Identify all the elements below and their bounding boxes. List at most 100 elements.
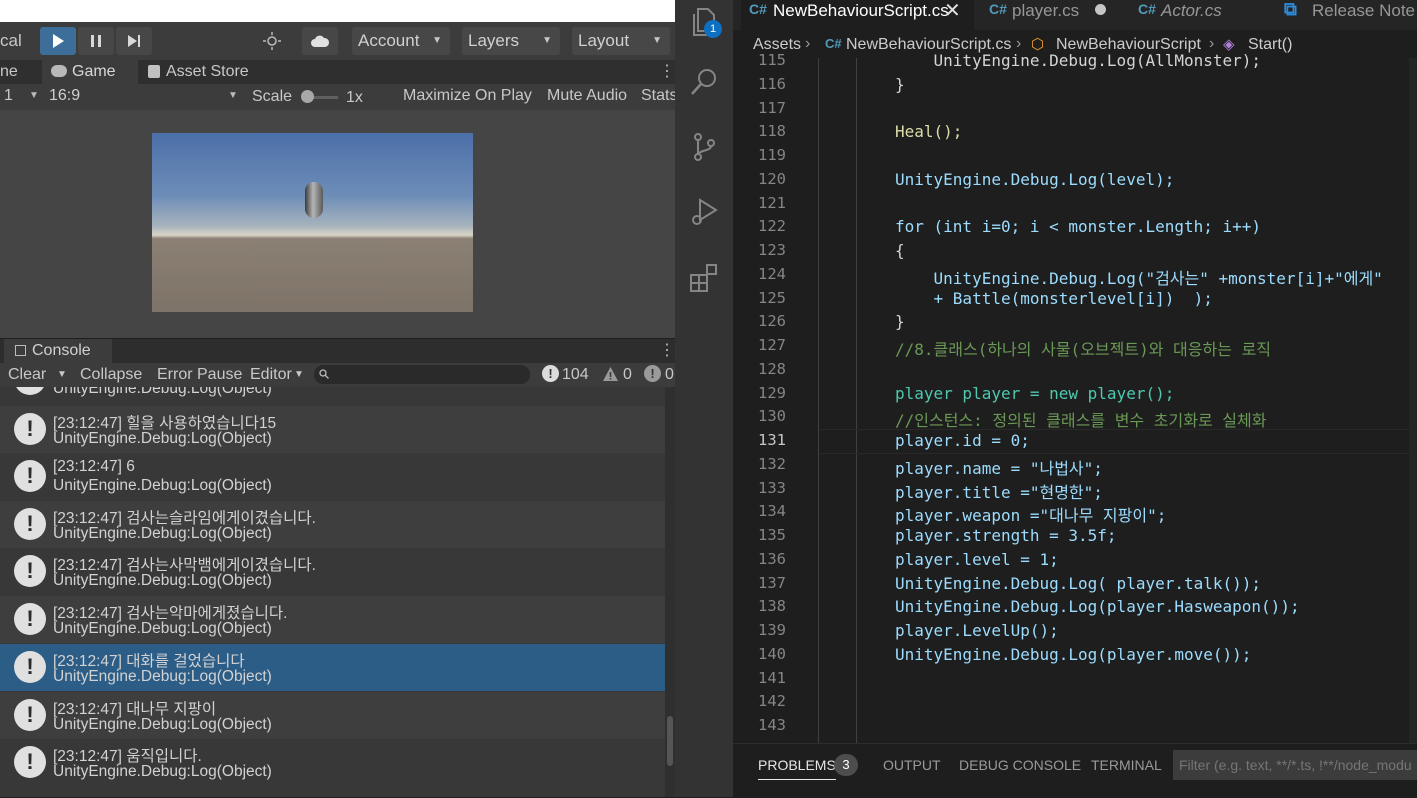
run-debug-button[interactable]	[688, 196, 720, 228]
code-line: for (int i=0; i < monster.Length; i++)	[895, 217, 1262, 236]
info-icon: !	[14, 460, 46, 492]
code-line: player.strength = 3.5f;	[895, 526, 1117, 545]
log-source: UnityEngine.Debug:Log(Object)	[53, 763, 272, 780]
log-source: UnityEngine.Debug:Log(Object)	[53, 572, 272, 589]
log-row[interactable]: ! [23:12:47] 6 UnityEngine.Debug:Log(Obj…	[0, 453, 665, 500]
pause-button[interactable]	[78, 27, 114, 55]
more-menu-icon[interactable]: ⋮	[659, 340, 675, 360]
run-debug-icon	[692, 198, 718, 225]
indent-guide	[856, 58, 857, 743]
tab-debug-console[interactable]: DEBUG CONSOLE	[959, 757, 1081, 779]
chevron-down-icon: ▼	[294, 369, 304, 380]
log-row[interactable]: ! UnityEngine.Debug:Log(Object)	[0, 387, 665, 403]
error-filter-icon[interactable]: !	[644, 365, 661, 382]
layers-dropdown[interactable]: Layers ▼	[462, 27, 560, 55]
lighting-button[interactable]	[254, 27, 290, 55]
log-count: 104	[562, 366, 589, 383]
scale-label: Scale	[252, 88, 293, 105]
display-select[interactable]: 1	[4, 87, 13, 105]
collapse-button[interactable]: Collapse	[80, 363, 142, 387]
editor-scrollbar[interactable]	[1409, 58, 1417, 743]
log-row[interactable]: ! [23:12:47] 검사는슬라임에게이겼습니다. UnityEngine.…	[0, 501, 665, 548]
info-icon: !	[14, 651, 46, 683]
code-line: player.level = 1;	[895, 550, 1059, 569]
console-search-input[interactable]	[314, 365, 530, 384]
chevron-down-icon: ▼	[432, 35, 442, 46]
tab-terminal[interactable]: TERMINAL	[1091, 757, 1162, 779]
scale-slider-handle[interactable]	[301, 90, 314, 103]
close-icon[interactable]: ✕	[944, 0, 961, 23]
line-number: 115	[758, 51, 786, 69]
cloud-button[interactable]	[302, 27, 338, 55]
log-row[interactable]: ! [23:12:47] 대나무 지팡이 UnityEngine.Debug:L…	[0, 692, 665, 739]
code-line: player.id = 0;	[895, 431, 1030, 450]
log-row[interactable]: ! [23:12:47] 힐을 사용하였습니다15 UnityEngine.De…	[0, 406, 665, 453]
extensions-icon	[690, 264, 717, 292]
tab-output[interactable]: OUTPUT	[883, 757, 941, 779]
more-menu-icon[interactable]: ⋮	[659, 61, 675, 81]
clear-button[interactable]: Clear	[8, 363, 46, 387]
line-number: 126	[758, 312, 786, 330]
log-row[interactable]: ! [23:12:47] 움직입니다. UnityEngine.Debug:Lo…	[0, 739, 665, 786]
game-render-viewport[interactable]	[152, 133, 473, 312]
code-comment: //8.클래스(하나의 사물(오브젝트)와 대응하는 로직	[895, 340, 1272, 359]
line-number: 138	[758, 597, 786, 615]
csharp-icon: C#	[825, 36, 842, 51]
warning-filter-icon[interactable]	[602, 366, 619, 382]
log-source: UnityEngine.Debug:Log(Object)	[53, 477, 272, 494]
log-row[interactable]: ! [23:12:47] 검사는악마에게졌습니다. UnityEngine.De…	[0, 596, 665, 643]
code-comment: //인스턴스: 정의된 클래스를 변수 초기화로 실체화	[895, 411, 1267, 430]
line-number: 117	[758, 99, 786, 117]
log-source: UnityEngine.Debug:Log(Object)	[53, 430, 272, 447]
account-dropdown[interactable]: Account ▼	[352, 27, 450, 55]
line-number: 124	[758, 265, 786, 283]
error-pause-button[interactable]: Error Pause	[157, 363, 242, 387]
line-number: 125	[758, 289, 786, 307]
toolbar-partial-label[interactable]: cal	[0, 31, 22, 51]
problems-filter-input[interactable]	[1173, 750, 1417, 780]
tab-player-cs[interactable]: C# player.cs	[977, 0, 1117, 30]
step-button[interactable]	[116, 27, 152, 55]
asset-store-icon	[148, 65, 160, 78]
code-line: UnityEngine.Debug.Log(player.move());	[895, 645, 1252, 664]
tab-game[interactable]: Game	[42, 60, 138, 84]
editor-dropdown[interactable]: Editor	[250, 363, 292, 387]
maximize-on-play-toggle[interactable]: Maximize On Play	[403, 87, 532, 105]
line-number: 129	[758, 384, 786, 402]
stats-toggle[interactable]: Stats	[641, 87, 677, 105]
tab-label: Release Note	[1312, 1, 1416, 20]
line-number: 134	[758, 502, 786, 520]
tab-asset-store[interactable]: Asset Store	[166, 60, 249, 84]
play-button[interactable]	[40, 27, 76, 55]
mute-audio-toggle[interactable]: Mute Audio	[547, 87, 627, 105]
line-number: 128	[758, 360, 786, 378]
warning-count: 0	[623, 366, 632, 383]
tab-newbehaviourscript[interactable]: C# NewBehaviourScript.cs ✕	[741, 0, 974, 30]
search-icon	[319, 369, 329, 379]
info-icon: !	[14, 699, 46, 731]
code-line: UnityEngine.Debug.Log(level);	[895, 170, 1175, 189]
search-icon	[691, 69, 716, 95]
tab-scene-partial[interactable]: ne	[0, 60, 18, 84]
tab-release-notes[interactable]: ⧉ Release Note	[1272, 0, 1417, 30]
chevron-down-icon[interactable]: ▼	[57, 363, 67, 387]
error-count: 0	[665, 366, 674, 383]
search-button[interactable]	[688, 66, 720, 98]
log-row-selected[interactable]: ! [23:12:47] 대화를 걸었습니다 UnityEngine.Debug…	[0, 644, 665, 691]
line-number: 140	[758, 645, 786, 663]
extensions-button[interactable]	[688, 262, 720, 294]
tab-console[interactable]: Console	[4, 339, 112, 363]
info-icon: !	[14, 555, 46, 587]
tab-problems[interactable]: PROBLEMS	[758, 757, 836, 780]
console-scrollbar-thumb[interactable]	[667, 716, 673, 766]
line-number: 141	[758, 669, 786, 687]
aspect-dropdown[interactable]: 16:9 ▼	[46, 86, 244, 108]
layout-dropdown[interactable]: Layout ▼	[572, 27, 670, 55]
info-icon: !	[14, 387, 46, 395]
log-row[interactable]: ! [23:12:47] 검사는사막뱀에게이겼습니다. UnityEngine.…	[0, 548, 665, 595]
log-filter-icon[interactable]: !	[542, 365, 559, 382]
tab-actor-cs[interactable]: C# Actor.cs	[1126, 0, 1266, 30]
step-icon	[128, 35, 140, 47]
line-number: 135	[758, 526, 786, 544]
source-control-button[interactable]	[688, 131, 720, 163]
